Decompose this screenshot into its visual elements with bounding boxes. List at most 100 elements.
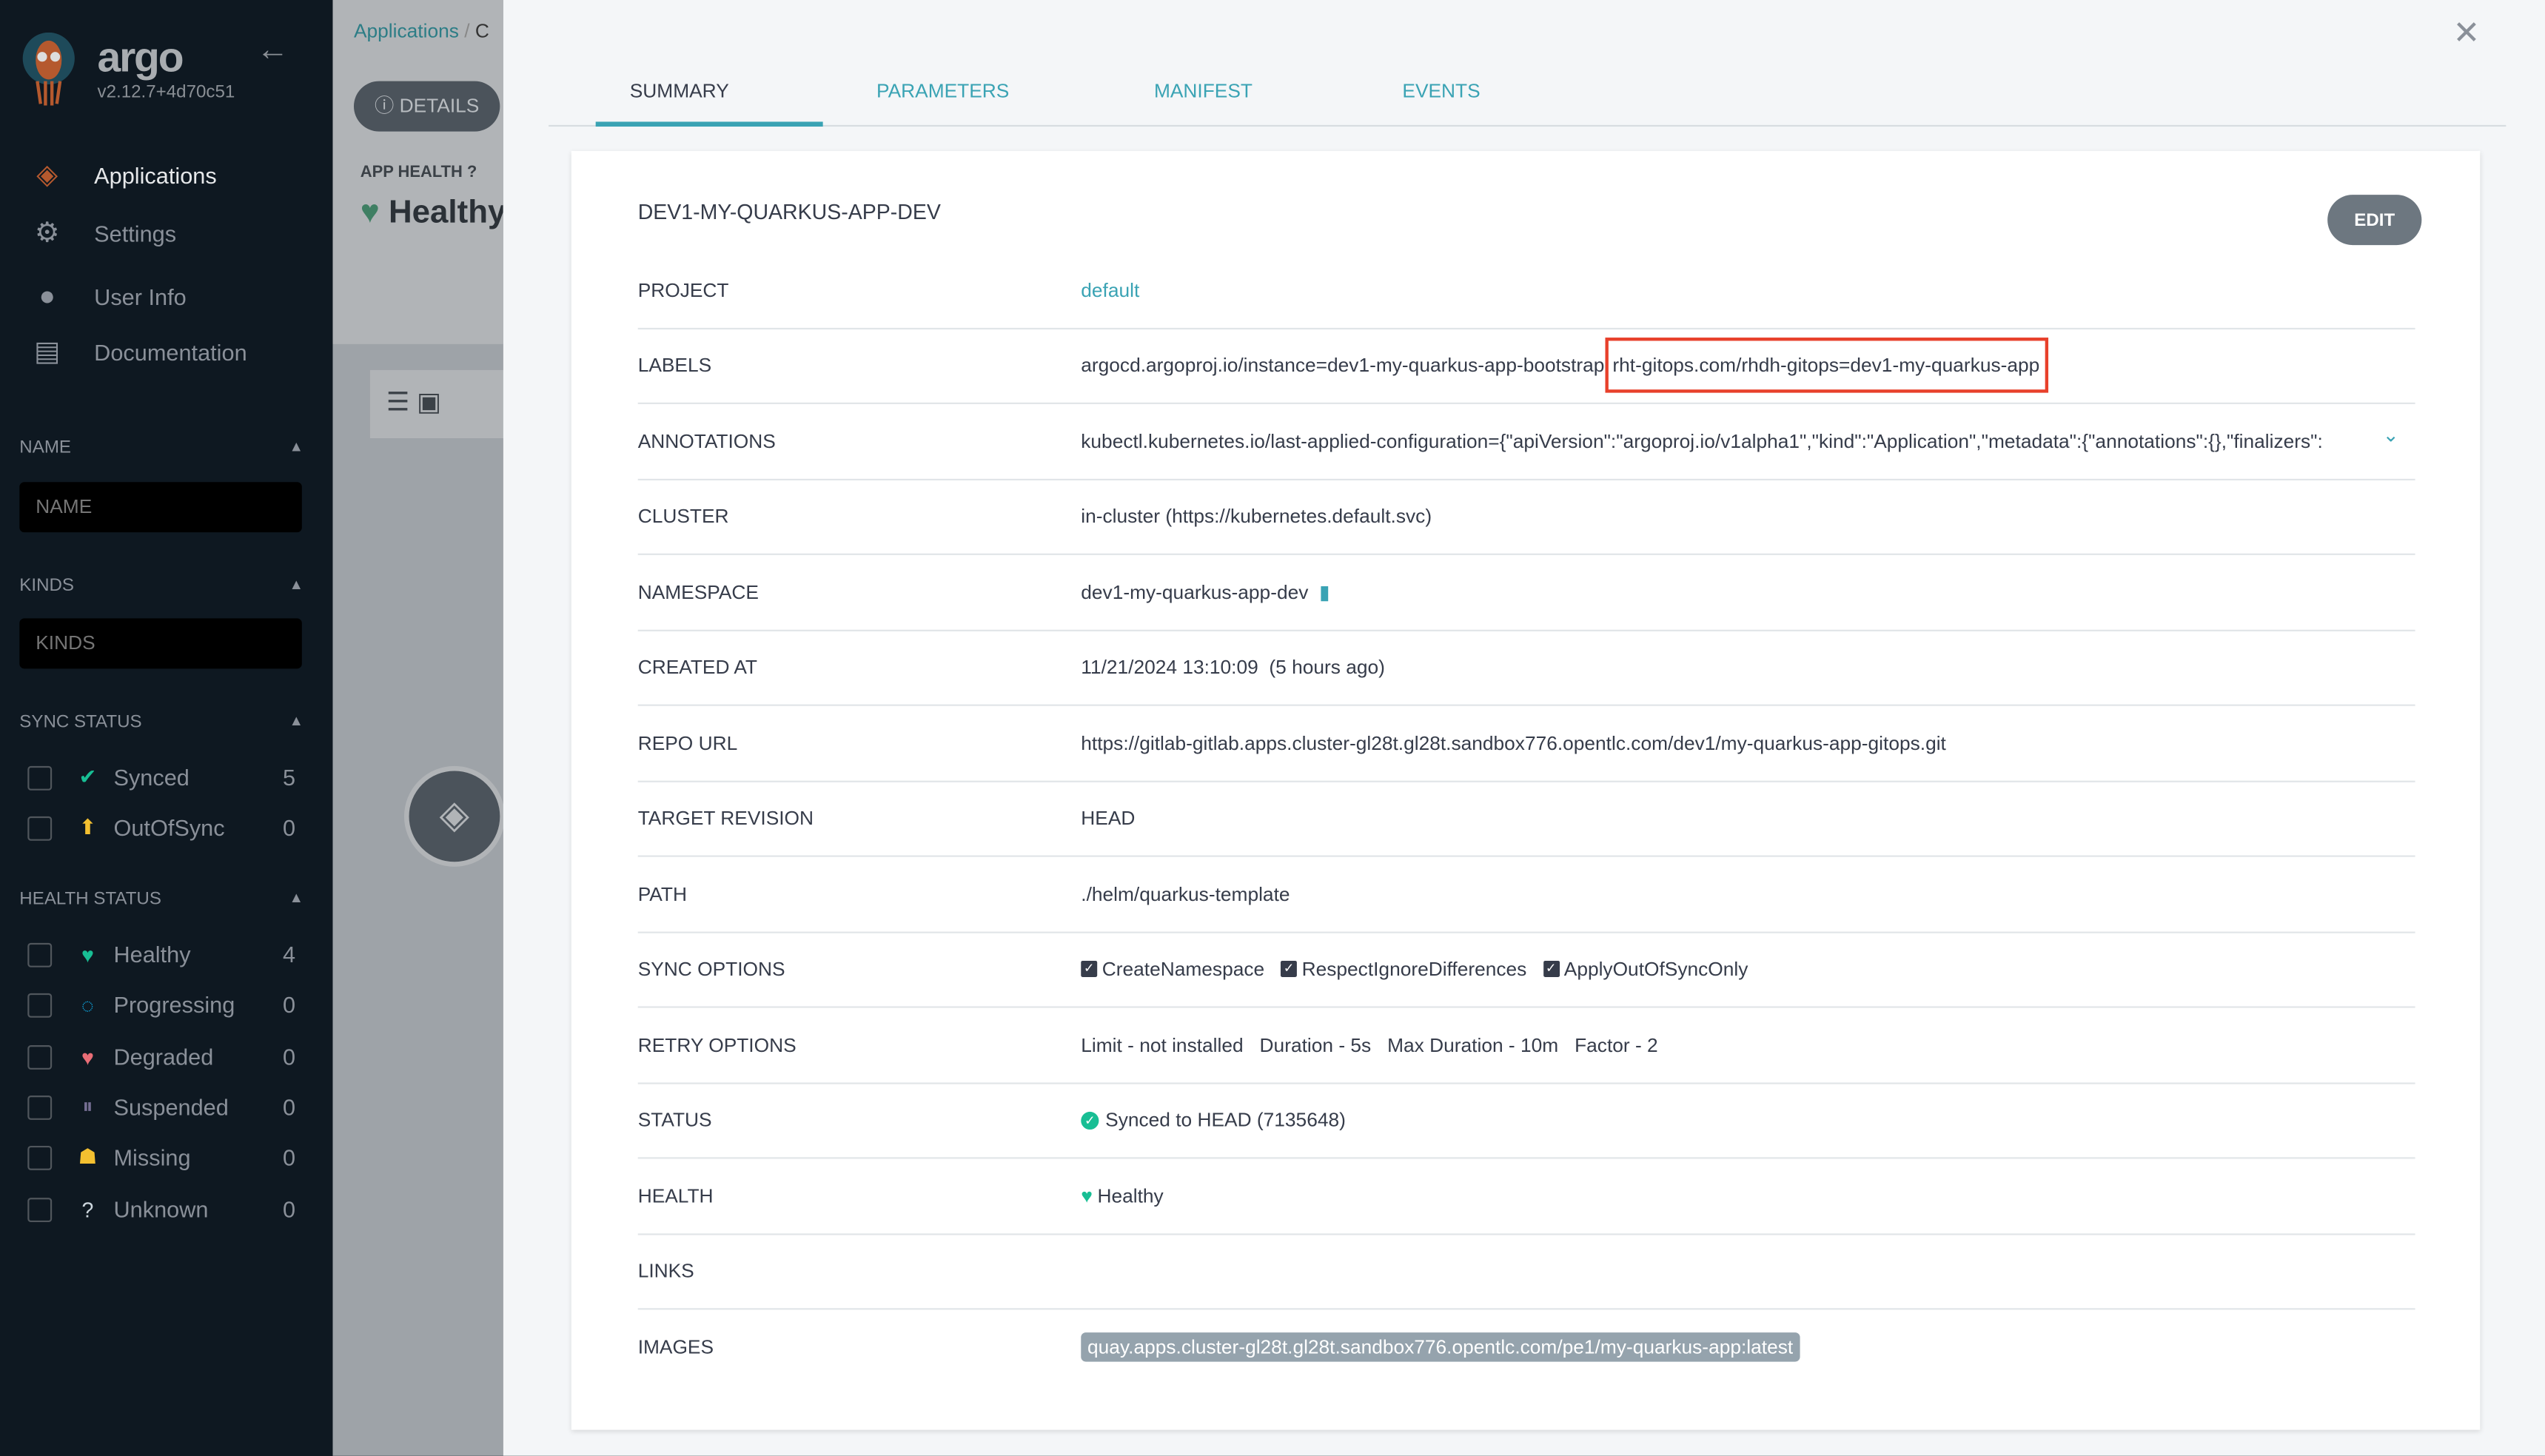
- field-label: SYNC OPTIONS: [637, 957, 785, 981]
- filter-suspended[interactable]: ⏸ Suspended 0: [27, 1093, 295, 1121]
- row-annotations: ANNOTATIONS kubectl.kubernetes.io/last-ap…: [637, 404, 2415, 481]
- active-tab-indicator: [595, 121, 823, 127]
- name-filter-input[interactable]: [19, 482, 302, 533]
- field-label: CREATED AT: [637, 655, 758, 679]
- retry-factor: Factor - 2: [1575, 1033, 1658, 1057]
- row-links: LINKS: [637, 1233, 2415, 1310]
- field-value: dev1-my-quarkus-app-dev: [1081, 580, 1309, 604]
- field-label: ANNOTATIONS: [637, 430, 776, 453]
- sync-option: ✓ RespectIgnoreDifferences: [1281, 958, 1526, 980]
- checkbox[interactable]: [27, 1144, 53, 1170]
- filter-degraded[interactable]: ♥ Degraded 0: [27, 1042, 295, 1071]
- filter-label: OutOfSync: [113, 814, 225, 841]
- filter-label: Degraded: [113, 1043, 214, 1070]
- field-label: IMAGES: [637, 1335, 714, 1359]
- nav-label: Settings: [94, 221, 177, 247]
- filter-unknown[interactable]: ? Unknown 0: [27, 1195, 295, 1224]
- chevron-down-icon[interactable]: ⌄: [2383, 423, 2399, 446]
- checkbox[interactable]: [27, 1044, 53, 1069]
- field-label: HEALTH: [637, 1184, 714, 1208]
- app-title: DEV1-MY-QUARKUS-APP-DEV: [637, 199, 941, 224]
- details-label: DETAILS: [399, 94, 480, 117]
- details-button[interactable]: ⓘ DETAILS: [353, 81, 500, 132]
- help-icon: ?: [466, 164, 477, 182]
- filter-progressing[interactable]: ◌ Progressing 0: [27, 990, 295, 1019]
- nav-label: Documentation: [94, 339, 247, 366]
- nav-user-info[interactable]: ● User Info: [29, 278, 321, 317]
- breadcrumb: Applications / C: [353, 19, 489, 43]
- tab-parameters[interactable]: PARAMETERS: [876, 79, 1009, 102]
- app-details-background: Applications / C ⓘ DETAILS APP HEALTH ? …: [332, 0, 503, 1456]
- app-node-icon[interactable]: ◈: [403, 765, 503, 867]
- info-icon: ⓘ: [374, 94, 400, 117]
- caret-up-icon: ▲: [289, 438, 304, 454]
- checkbox[interactable]: [27, 815, 53, 840]
- filter-count: 0: [282, 1043, 296, 1070]
- fit-view-icon[interactable]: ▣: [417, 389, 441, 417]
- row-namespace: NAMESPACE dev1-my-quarkus-app-dev ▮: [637, 555, 2415, 631]
- field-label: REPO URL: [637, 731, 738, 755]
- project-link[interactable]: default: [1081, 279, 1139, 302]
- checkbox-checked-icon: ✓: [1081, 961, 1098, 977]
- field-label: NAMESPACE: [637, 580, 759, 604]
- filter-label: Unknown: [113, 1195, 209, 1223]
- pause-circle-icon: ⏸: [82, 1093, 93, 1118]
- kinds-filter-input[interactable]: [19, 618, 302, 669]
- heart-icon: ♥: [1081, 1184, 1093, 1208]
- edit-button[interactable]: EDIT: [2327, 195, 2422, 246]
- retry-duration: Duration - 5s: [1259, 1033, 1372, 1057]
- version: v2.12.7+4d70c51: [97, 82, 235, 103]
- filter-count: 4: [282, 941, 296, 967]
- section-title: HEALTH STATUS: [19, 889, 161, 909]
- repo-url-link[interactable]: https://gitlab-gitlab.apps.cluster-gl28t…: [1081, 732, 1946, 755]
- row-status: STATUS ✓ Synced to HEAD (7135648): [637, 1082, 2415, 1159]
- checkbox-checked-icon: ✓: [1543, 961, 1560, 977]
- clipboard-icon[interactable]: ▮: [1319, 581, 1329, 604]
- app-details-panel: ✕ SUMMARY PARAMETERS MANIFEST EVENTS DEV…: [503, 0, 2545, 1456]
- app-health-value: ♥ Healthy: [361, 195, 503, 232]
- filter-count: 5: [282, 764, 296, 791]
- list-view-icon[interactable]: ☰: [386, 389, 409, 417]
- field-value: HEAD: [1081, 806, 1136, 830]
- checkbox[interactable]: [27, 942, 53, 967]
- filter-healthy[interactable]: ♥ Healthy 4: [27, 940, 295, 969]
- kinds-section-header[interactable]: KINDS ▲: [19, 576, 304, 595]
- app-health-label: APP HEALTH ?: [361, 164, 477, 181]
- health-text: Healthy: [388, 195, 503, 231]
- option-label: ApplyOutOfSyncOnly: [1563, 957, 1748, 981]
- nav-applications[interactable]: ◈ Applications: [29, 155, 321, 195]
- section-title: SYNC STATUS: [19, 712, 142, 732]
- nav-settings[interactable]: ⚙ Settings: [29, 214, 321, 253]
- checkbox[interactable]: [27, 1094, 53, 1119]
- row-target-revision: TARGET REVISION HEAD: [637, 781, 2415, 857]
- caret-up-icon: ▲: [289, 889, 304, 906]
- filter-label: Suspended: [113, 1093, 229, 1120]
- tab-events[interactable]: EVENTS: [1402, 79, 1480, 102]
- nav-documentation[interactable]: ▤ Documentation: [29, 332, 321, 372]
- collapse-sidebar-button[interactable]: ←: [256, 33, 289, 70]
- filter-outofsync[interactable]: ⬆ OutOfSync 0: [27, 813, 295, 842]
- field-label: STATUS: [637, 1108, 712, 1132]
- breadcrumb-applications[interactable]: Applications: [354, 19, 459, 42]
- tabs: SUMMARY PARAMETERS MANIFEST EVENTS: [549, 65, 2507, 127]
- checkbox[interactable]: [27, 765, 53, 790]
- checkbox[interactable]: [27, 992, 53, 1017]
- tab-manifest[interactable]: MANIFEST: [1154, 79, 1253, 102]
- field-label: TARGET REVISION: [637, 806, 814, 830]
- field-label: RETRY OPTIONS: [637, 1033, 797, 1057]
- field-value: in-cluster (https://kubernetes.default.s…: [1081, 504, 1432, 528]
- close-button[interactable]: ✕: [2453, 13, 2481, 54]
- heart-icon: ♥: [360, 195, 380, 231]
- filter-synced[interactable]: ✔ Synced 5: [27, 763, 295, 792]
- name-section-header[interactable]: NAME ▲: [19, 438, 304, 457]
- breadcrumb-current: C: [475, 19, 489, 43]
- filter-missing[interactable]: ☗ Missing 0: [27, 1143, 295, 1172]
- question-circle-icon: ?: [81, 1197, 94, 1221]
- caret-up-icon: ▲: [289, 712, 304, 729]
- sync-status-header[interactable]: SYNC STATUS ▲: [19, 713, 304, 732]
- tab-summary[interactable]: SUMMARY: [630, 79, 729, 102]
- filter-label: Missing: [113, 1144, 191, 1170]
- checkbox[interactable]: [27, 1197, 53, 1221]
- filter-count: 0: [282, 1144, 296, 1170]
- health-status-header[interactable]: HEALTH STATUS ▲: [19, 890, 304, 909]
